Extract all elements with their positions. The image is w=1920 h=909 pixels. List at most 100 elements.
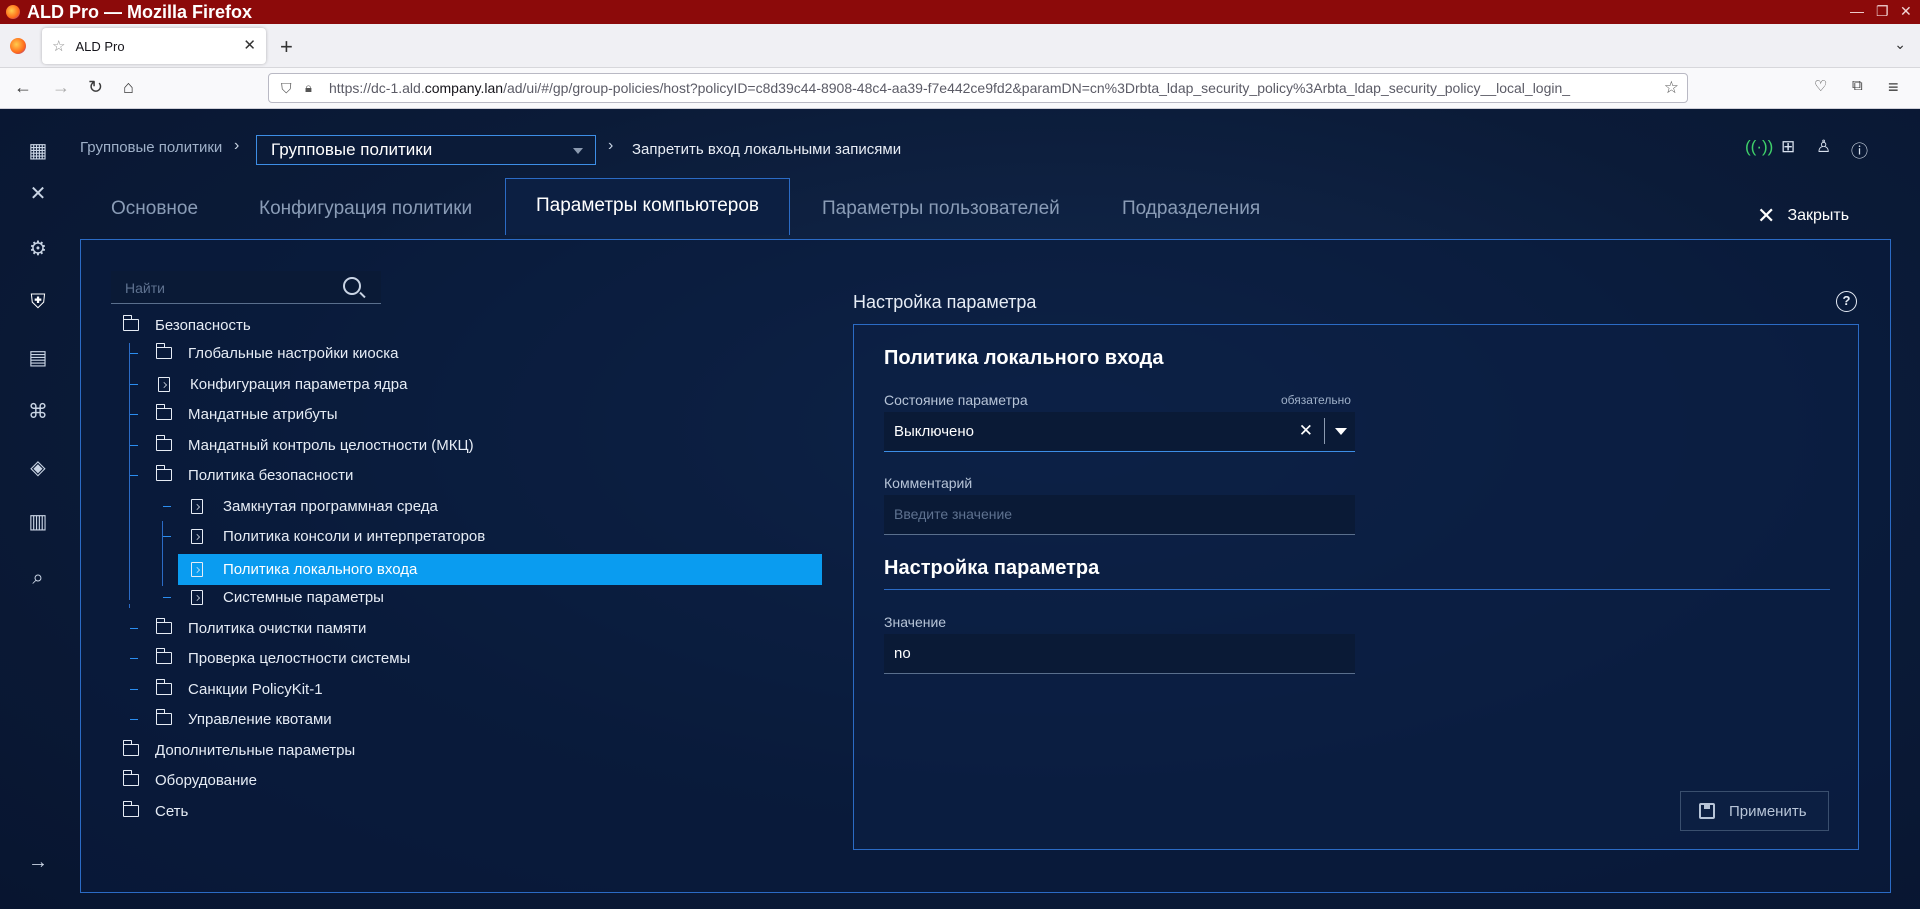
section-title: Настройка параметра <box>853 292 1037 312</box>
tree-node-mandatory-attributes[interactable]: Мандатные атрибуты <box>155 401 338 427</box>
browser-tab[interactable]: ☆ ALD Pro ✕ <box>42 28 266 64</box>
url-bar[interactable]: ⛉ 🔒︎ https://dc-1.ald. company.lan/ad/ui/… <box>268 73 1688 103</box>
menu-icon[interactable]: ≡ <box>1888 77 1899 98</box>
document-icon <box>191 528 203 544</box>
close-window-icon[interactable]: ✕ <box>1900 3 1912 20</box>
search-input[interactable]: Найти <box>111 271 381 304</box>
tree-node-kiosk[interactable]: Глобальные настройки киоска <box>155 340 398 366</box>
tree-line <box>129 343 130 600</box>
extensions-icon[interactable]: ⧉ <box>1852 77 1863 94</box>
clear-icon[interactable]: ✕ <box>1299 421 1313 441</box>
minimize-icon[interactable]: — <box>1850 3 1864 19</box>
tree-line <box>130 475 138 476</box>
caret-down-icon[interactable] <box>1335 428 1347 435</box>
breadcrumb-root[interactable]: Групповые политики <box>80 139 222 156</box>
tree-line <box>130 658 138 659</box>
comment-field[interactable]: Введите значение <box>884 495 1355 535</box>
folder-icon <box>122 770 139 786</box>
tree-node-label: Санкции PolicyKit-1 <box>188 680 323 698</box>
tree-node-polkit[interactable]: Санкции PolicyKit-1 <box>155 676 323 702</box>
tree-node-security-policy[interactable]: Политика безопасности <box>155 462 354 488</box>
help-icon[interactable]: ⓘ <box>1851 137 1868 162</box>
tree-node-label: Дополнительные параметры <box>155 741 356 759</box>
group-policy-icon[interactable]: ⛨ <box>24 288 52 316</box>
tree-node-system-parameters[interactable]: Системные параметры <box>191 584 384 610</box>
back-icon[interactable]: ← <box>14 77 32 98</box>
tree-line <box>130 689 138 690</box>
close-label: Закрыть <box>1787 207 1850 224</box>
maximize-icon[interactable]: ❐ <box>1876 3 1889 20</box>
document-icon <box>191 589 203 605</box>
tree-node-local-login[interactable]: Политика локального входа <box>178 554 822 585</box>
logo-icon[interactable]: ▦ <box>24 137 52 165</box>
tree-line <box>163 506 171 507</box>
tree-line <box>163 536 171 537</box>
tree-line <box>130 719 138 720</box>
tree-node-additional[interactable]: Дополнительные параметры <box>122 737 356 763</box>
folder-icon <box>155 709 172 725</box>
folder-icon <box>155 648 172 664</box>
tree-node-label: Безопасность <box>155 316 251 334</box>
new-tab-icon[interactable]: + <box>280 34 293 60</box>
shield-icon[interactable]: ⛉ <box>281 80 292 97</box>
tree-node-memory-clear[interactable]: Политика очистки памяти <box>155 615 366 641</box>
folder-icon <box>122 801 139 817</box>
question-icon[interactable]: ? <box>1836 291 1857 312</box>
state-select[interactable]: Выключено ✕ <box>884 412 1355 452</box>
tree-node-closed-environment[interactable]: Замкнутая программная среда <box>191 493 438 519</box>
tree-node-label: Политика безопасности <box>188 466 354 484</box>
apply-button[interactable]: Применить <box>1680 791 1829 831</box>
group-policies-select[interactable]: Групповые политики <box>256 135 596 165</box>
folder-open-icon <box>122 315 139 331</box>
forward-icon[interactable]: → <box>52 77 70 98</box>
search-log-icon[interactable]: ⌕ <box>24 564 52 592</box>
breadcrumb-current: Запретить вход локальными записями <box>632 141 902 158</box>
tab-close-icon[interactable]: ✕ <box>243 36 256 54</box>
window-titlebar: ALD Pro — Mozilla Firefox — ❐ ✕ <box>0 0 1920 24</box>
tree-node-label: Мандатные атрибуты <box>188 405 338 423</box>
connection-status-icon[interactable]: ((·)) <box>1745 137 1773 157</box>
url-rest: /ad/ui/#/gp/group-policies/host?policyID… <box>503 80 1571 96</box>
firefox-view-icon[interactable] <box>10 38 26 54</box>
tab-policy-configuration[interactable]: Конфигурация политики <box>259 184 472 220</box>
user-icon[interactable]: ♙ <box>1816 137 1831 157</box>
tree-node-console-policy[interactable]: Политика консоли и интерпретаторов <box>191 523 485 549</box>
chevron-down-icon[interactable]: ⌄ <box>1894 36 1906 53</box>
tree-node-label: Мандатный контроль целостности (МКЦ) <box>188 436 474 454</box>
tree-node-kernel[interactable]: Конфигурация параметра ядра <box>158 371 407 397</box>
bookmark-star-icon[interactable]: ☆ <box>1664 78 1679 98</box>
tree-node-label: Политика консоли и интерпретаторов <box>223 527 486 545</box>
side-navigation: ▦ ✕ ⚙ ⛨ ▤ ⌘ ◈ ▥ ⌕ → <box>0 109 76 909</box>
value-text: no <box>894 645 911 662</box>
reload-icon[interactable]: ↻ <box>88 77 103 98</box>
tree-node-network[interactable]: Сеть <box>122 798 188 824</box>
tree-node-hardware[interactable]: Оборудование <box>122 767 257 793</box>
section-divider <box>884 589 1830 590</box>
statistics-icon[interactable]: ▥ <box>24 508 52 536</box>
document-icon <box>191 498 203 514</box>
tab-subdivisions[interactable]: Подразделения <box>1122 184 1260 220</box>
tree-node-quotas[interactable]: Управление квотами <box>155 706 332 732</box>
code-icon[interactable]: ⌘ <box>24 398 52 426</box>
tab-computer-parameters[interactable]: Параметры компьютеров <box>505 178 791 235</box>
pocket-icon[interactable]: ♡ <box>1814 77 1827 95</box>
tree-node-security[interactable]: Безопасность <box>122 312 251 338</box>
tree-line <box>163 597 171 598</box>
tools-icon[interactable]: ✕ <box>24 180 52 208</box>
window-icon[interactable]: ▤ <box>24 344 52 372</box>
tab-general[interactable]: Основное <box>111 184 198 220</box>
tab-user-parameters[interactable]: Параметры пользователей <box>822 184 1060 220</box>
lock-icon[interactable]: 🔒︎ <box>305 80 312 96</box>
search-icon[interactable] <box>343 277 361 295</box>
close-button[interactable]: ✕ Закрыть <box>1757 203 1849 229</box>
tree-line <box>130 384 138 385</box>
tree-node-mic[interactable]: Мандатный контроль целостности (МКЦ) <box>155 432 474 458</box>
network-icon[interactable]: ⊞ <box>1781 137 1795 157</box>
chevron-right-icon: › <box>234 137 240 154</box>
layers-icon[interactable]: ◈ <box>24 454 52 482</box>
expand-arrow-icon[interactable]: → <box>24 848 52 876</box>
tree-node-integrity-check[interactable]: Проверка целостности системы <box>155 645 410 671</box>
value-field[interactable]: no <box>884 634 1355 674</box>
home-icon[interactable]: ⌂ <box>123 77 134 98</box>
user-settings-icon[interactable]: ⚙ <box>24 235 52 263</box>
